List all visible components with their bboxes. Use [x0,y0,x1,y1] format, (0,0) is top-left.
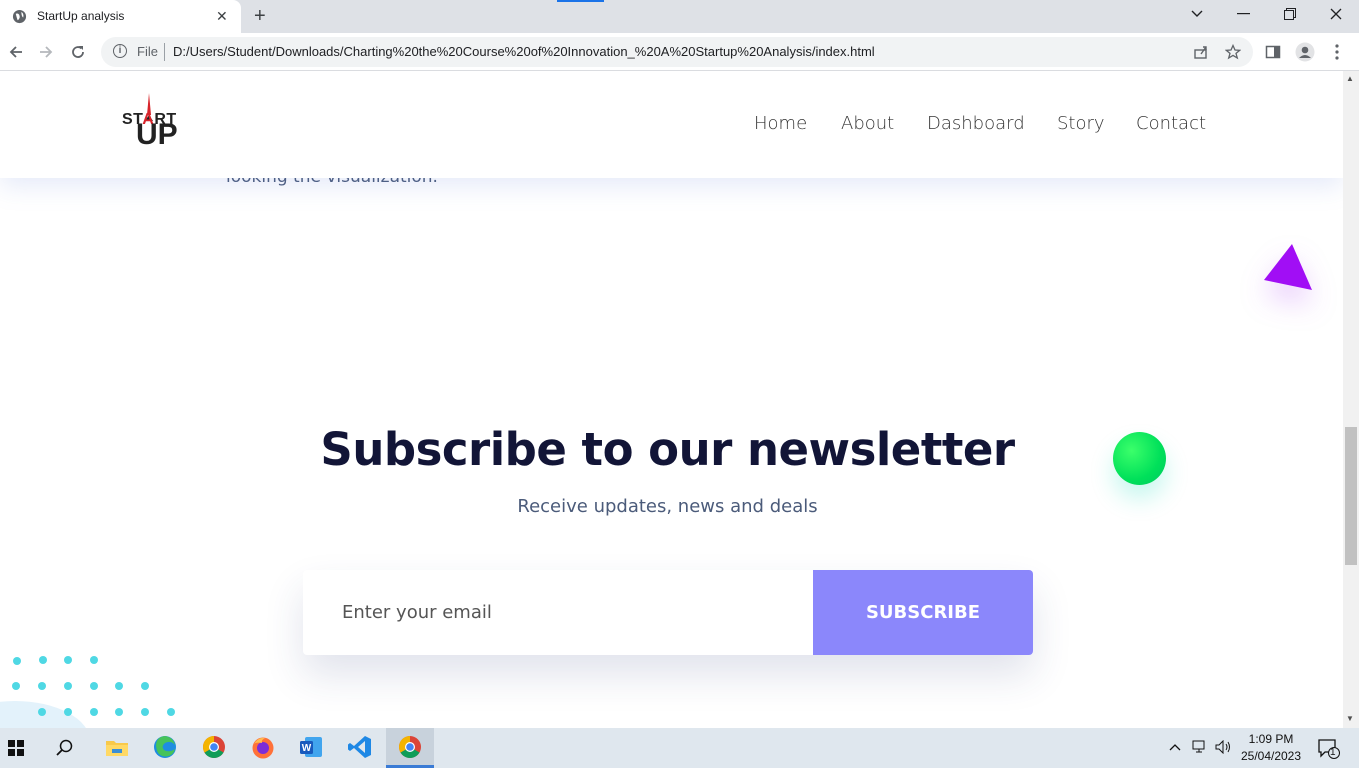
nav-story[interactable]: Story [1057,113,1105,134]
browser-toolbar: i File D:/Users/Student/Downloads/Charti… [0,33,1359,71]
newsletter-title: Subscribe to our newsletter [320,423,1015,476]
nav-contact[interactable]: Contact [1136,113,1206,134]
newsletter-form: SUBSCRIBE [303,570,1033,655]
close-window-icon[interactable] [1330,8,1342,20]
notification-count: 1 [1330,747,1336,758]
newsletter-subtitle: Receive updates, news and deals [517,496,818,517]
share-icon[interactable] [1193,44,1209,60]
reload-icon[interactable] [70,44,86,60]
volume-icon[interactable] [1215,740,1232,754]
chrome-icon[interactable] [201,734,227,760]
tab-title: StartUp analysis [37,9,125,23]
scheme-label: File [137,44,158,59]
nav-dashboard[interactable]: Dashboard [927,113,1025,134]
system-clock[interactable]: 1:09 PM 25/04/2023 [1239,731,1303,765]
back-icon[interactable] [8,44,24,60]
start-icon[interactable] [8,740,24,756]
bookmark-star-icon[interactable] [1225,44,1241,60]
tab-close-icon[interactable]: ✕ [216,8,228,25]
page-scrollbar[interactable]: ▲ ▼ [1343,71,1359,728]
logo-text-up: UP [136,118,178,151]
windows-taskbar: W 1:09 PM 25/04/2023 1 [0,728,1359,768]
tray-overflow-chevron-icon[interactable] [1169,743,1181,751]
decor-triangle [1264,244,1312,290]
tab-search-chevron-icon[interactable] [1190,9,1204,19]
browser-tab-strip: StartUp analysis ✕ + [0,0,1359,33]
minimize-icon[interactable] [1237,13,1250,15]
globe-icon [12,9,27,24]
site-info-icon[interactable]: i [113,44,127,58]
tab-drag-indicator [557,0,604,2]
forward-icon[interactable] [38,44,54,60]
omnibox-divider [164,43,165,61]
startup-logo[interactable]: START UP [122,93,180,153]
email-input[interactable] [303,570,813,655]
firefox-icon[interactable] [250,734,276,760]
network-icon[interactable] [1192,740,1208,754]
notification-center-icon[interactable] [1318,739,1340,759]
menu-kebab-icon[interactable] [1335,44,1339,60]
profile-avatar-icon[interactable] [1295,42,1315,62]
new-tab-button[interactable]: + [254,5,266,28]
decor-dot-grid [12,656,175,716]
clock-date: 25/04/2023 [1240,749,1302,763]
nav-home[interactable]: Home [754,113,807,134]
restore-icon[interactable] [1284,8,1296,20]
url-text[interactable]: D:/Users/Student/Downloads/Charting%20th… [173,44,875,59]
word-icon[interactable]: W [298,734,324,760]
side-panel-icon[interactable] [1265,44,1281,60]
web-page: START UP Home About Dashboard Story Cont… [0,71,1343,728]
subscribe-button[interactable]: SUBSCRIBE [813,570,1033,655]
clock-time: 1:09 PM [1248,732,1294,746]
svg-text:W: W [302,743,312,754]
address-bar[interactable]: i File D:/Users/Student/Downloads/Charti… [101,37,1253,67]
file-explorer-icon[interactable] [104,734,130,760]
site-header: START UP Home About Dashboard Story Cont… [0,71,1343,178]
browser-tab[interactable]: StartUp analysis ✕ [0,0,241,33]
chrome-active-icon[interactable] [397,734,423,760]
vscode-icon[interactable] [347,734,373,760]
search-icon[interactable] [56,739,74,757]
edge-icon[interactable] [152,734,178,760]
scroll-thumb[interactable] [1345,427,1357,565]
scroll-down-arrow-icon[interactable]: ▼ [1346,714,1354,723]
nav-about[interactable]: About [841,113,894,134]
scroll-up-arrow-icon[interactable]: ▲ [1346,74,1354,83]
